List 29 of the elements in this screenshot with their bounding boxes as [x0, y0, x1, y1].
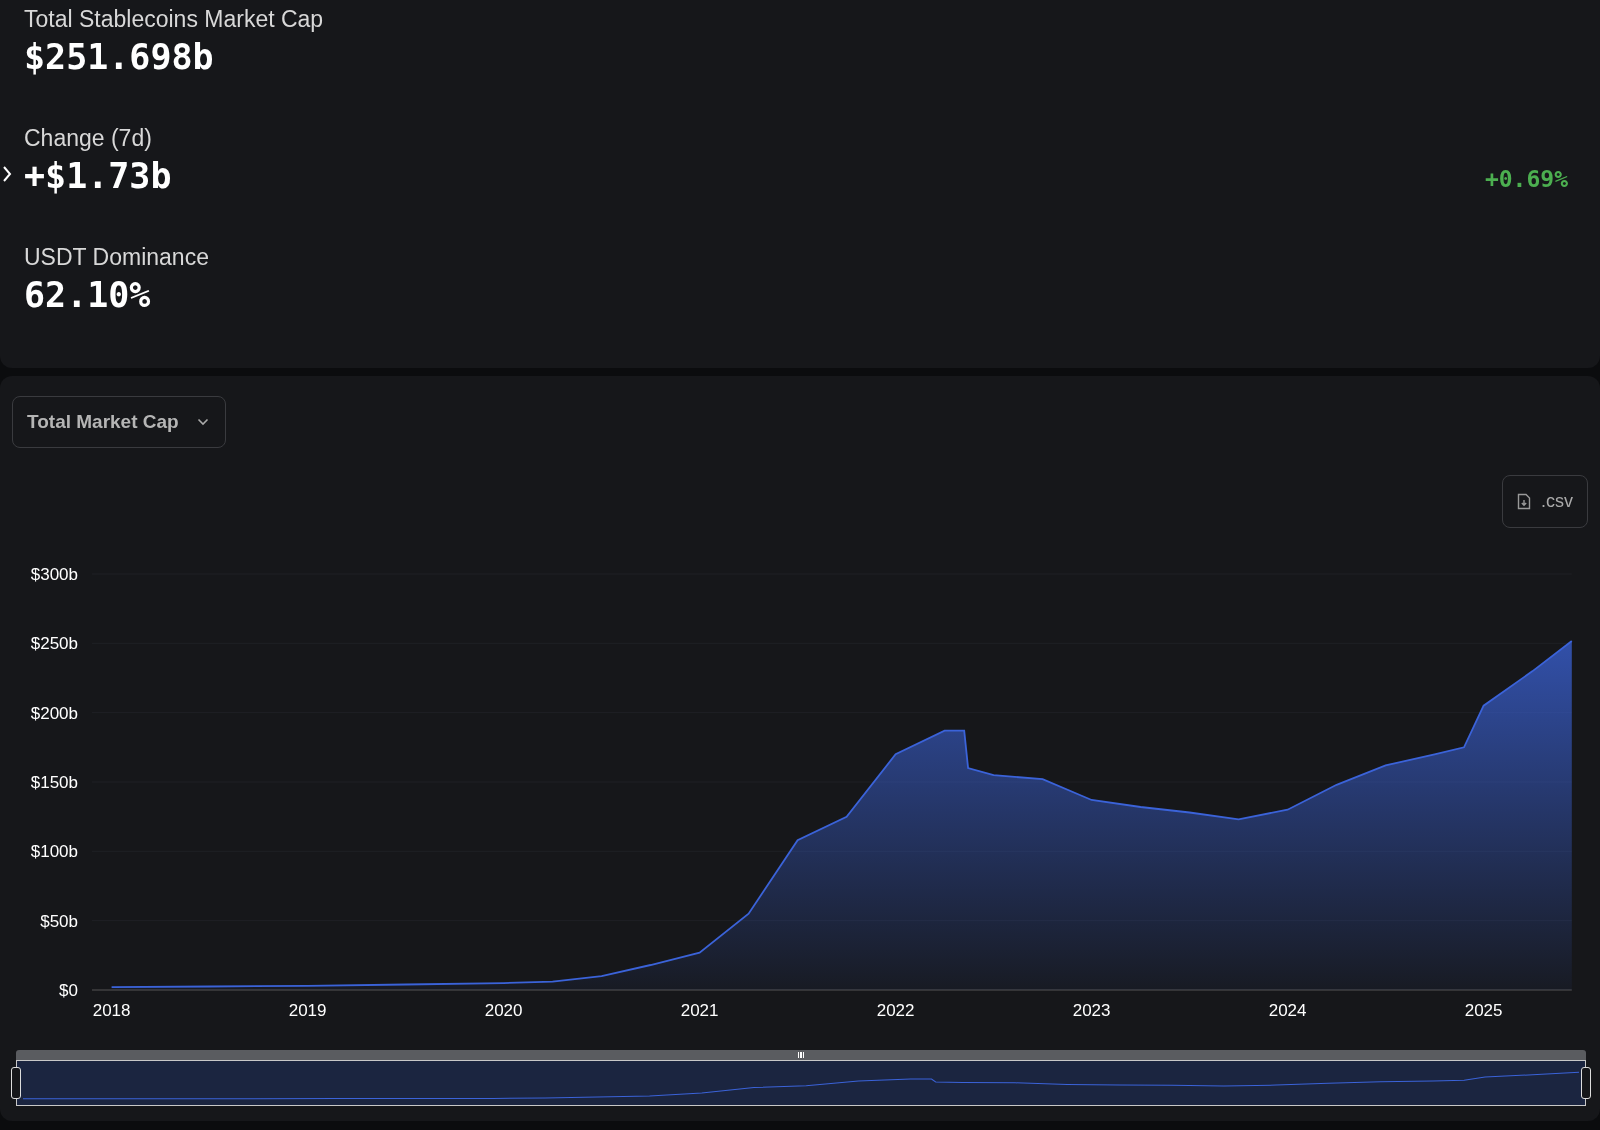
percent-change: +0.69% [1484, 165, 1568, 192]
grip-icon [797, 1052, 805, 1058]
stat-value: $251.698b [24, 37, 214, 77]
x-axis-label: 2020 [484, 1001, 523, 1018]
chevron-icon[interactable] [2, 165, 12, 183]
stat-value: 62.10% [24, 275, 151, 315]
stat-label: Change (7d) [24, 125, 153, 152]
x-axis-label: 2023 [1072, 1001, 1111, 1018]
x-axis-label: 2022 [876, 1001, 915, 1018]
y-axis-label: $50b [40, 911, 78, 931]
x-axis-label: 2025 [1464, 1001, 1503, 1018]
x-axis-label: 2019 [288, 1001, 327, 1018]
y-axis-label: $300b [30, 565, 78, 584]
stat-value: +$1.73b [24, 156, 172, 196]
y-axis-label: $0 [59, 981, 78, 1000]
x-axis-label: 2018 [92, 1001, 131, 1018]
stat-label: USDT Dominance [24, 244, 210, 271]
csv-download-button[interactable]: .csv [1502, 475, 1588, 528]
chevron-down-icon [196, 418, 209, 426]
slider-bar[interactable] [16, 1050, 1586, 1060]
y-axis-label: $250b [30, 634, 78, 654]
y-axis-label: $200b [30, 703, 78, 723]
file-download-icon [1517, 493, 1531, 510]
metric-dropdown[interactable]: Total Market Cap [12, 396, 226, 448]
y-axis-label: $100b [30, 842, 78, 862]
y-axis-label: $150b [30, 773, 78, 792]
x-axis-label: 2024 [1268, 1001, 1307, 1018]
stat-label: Total Stablecoins Market Cap [24, 6, 325, 33]
x-axis-label: 2021 [680, 1001, 719, 1018]
